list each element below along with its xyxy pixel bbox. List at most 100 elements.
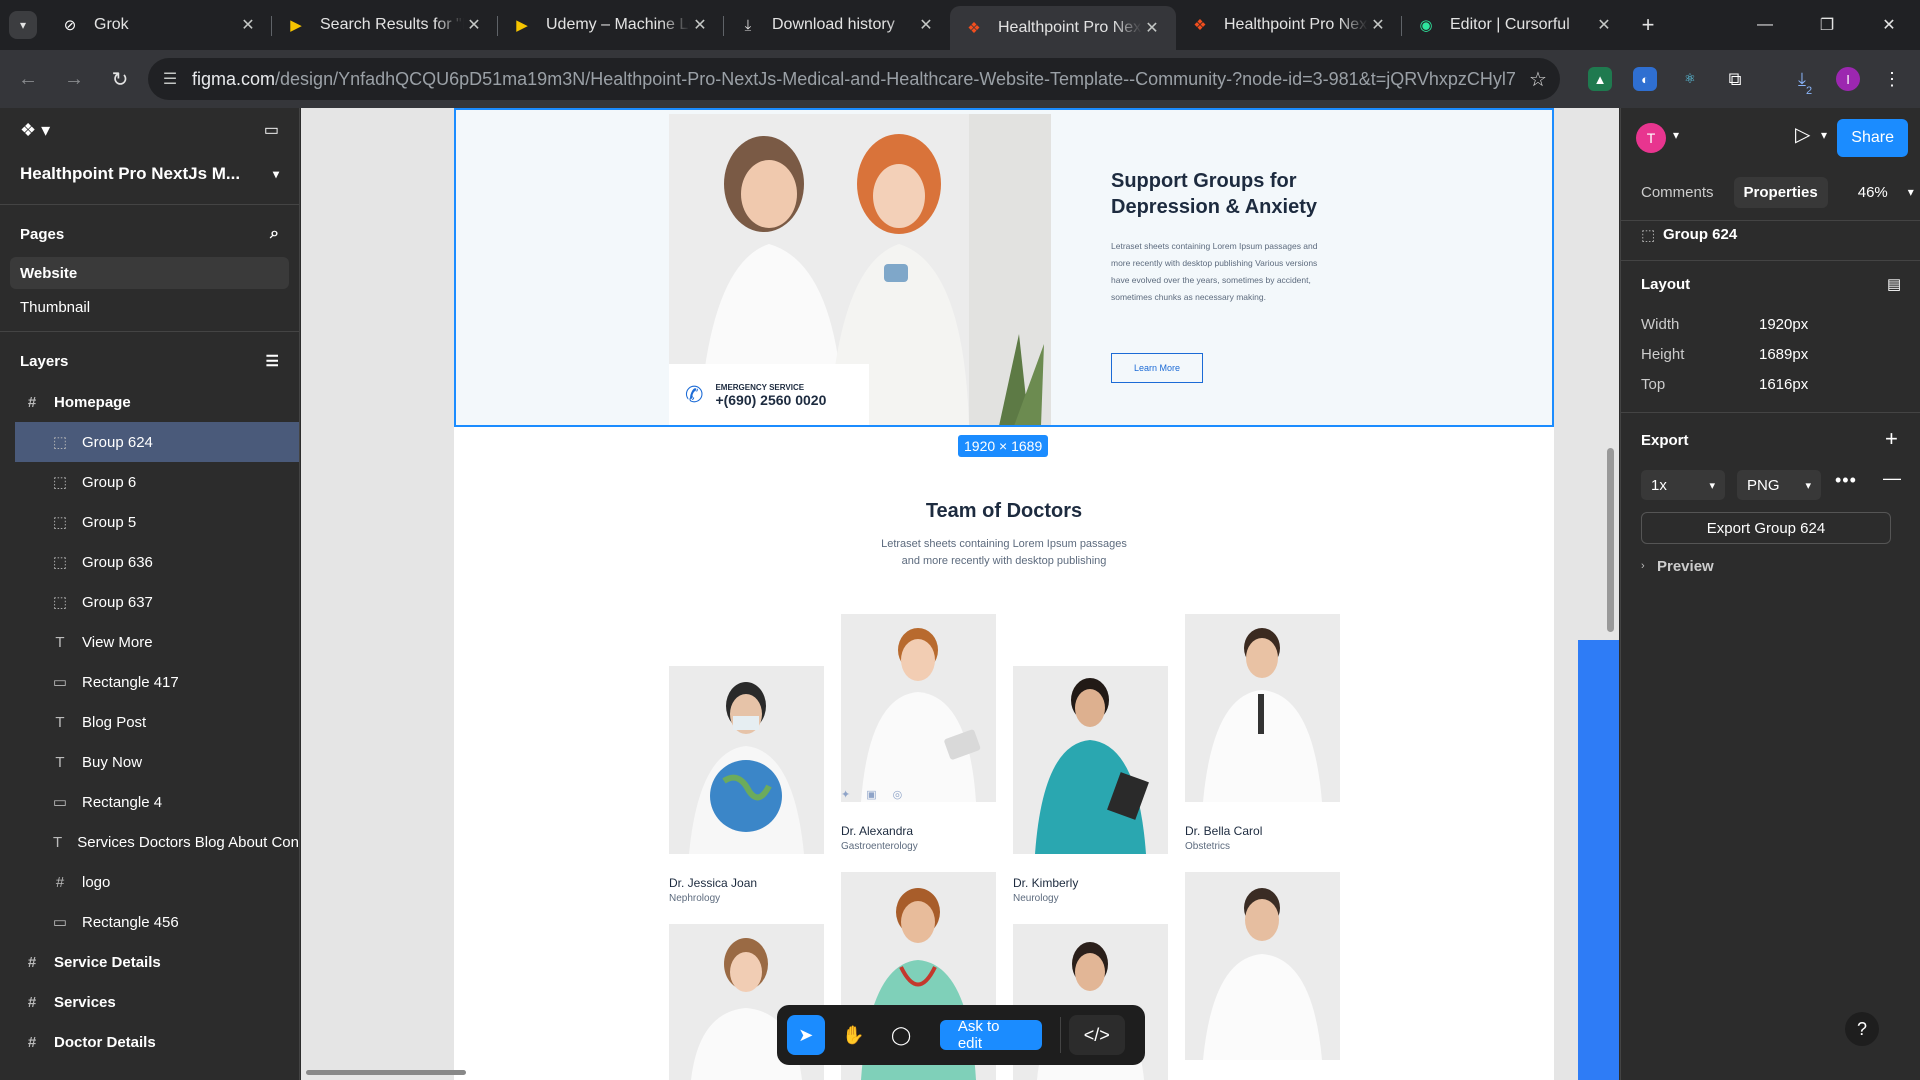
layer-logo[interactable]: # logo <box>0 862 299 902</box>
chevron-down-icon[interactable]: ▾ <box>1673 128 1679 142</box>
export-button[interactable]: Export Group 624 <box>1641 512 1891 544</box>
back-icon[interactable]: ← <box>10 61 46 97</box>
doctor-specialty: Gastroenterology <box>841 841 918 852</box>
preview-label[interactable]: Preview <box>1657 558 1714 575</box>
minimize-icon[interactable]: — <box>1734 0 1796 50</box>
dev-mode-code-icon[interactable]: </> <box>1068 1015 1126 1055</box>
twitter-icon[interactable]: ✦ <box>841 788 850 801</box>
file-title[interactable]: Healthpoint Pro NextJs M... <box>20 164 240 184</box>
layer-services[interactable]: # Services <box>0 982 299 1022</box>
tab-search-button[interactable]: ▾ <box>0 0 46 50</box>
top-value[interactable]: 1616px <box>1759 376 1808 393</box>
export-scale-select[interactable]: 1x ▾ <box>1641 470 1725 500</box>
omnibox[interactable]: ☰ figma.com/design/YnfadhQCQU6pD51ma19m3… <box>148 58 1560 100</box>
ask-to-edit-button[interactable]: Ask to edit <box>939 1018 1042 1052</box>
layer-group-5[interactable]: ⬚ Group 5 <box>0 502 299 542</box>
close-tab-icon[interactable]: ✕ <box>690 15 710 35</box>
tab-search-results[interactable]: ▶ Search Results for "M ✕ <box>272 0 498 50</box>
close-tab-icon[interactable]: ✕ <box>1594 15 1614 35</box>
help-icon[interactable]: ? <box>1845 1012 1879 1046</box>
layer-blog-post[interactable]: T Blog Post <box>0 702 299 742</box>
tab-download-history[interactable]: ⤓ Download history ✕ <box>724 0 950 50</box>
page-thumbnail[interactable]: Thumbnail <box>10 291 289 323</box>
url-text[interactable]: figma.com/design/YnfadhQCQU6pD51ma19m3N/… <box>192 69 1516 90</box>
chevron-down-icon[interactable]: ▾ <box>273 167 279 181</box>
search-icon[interactable]: ⌕ <box>270 225 279 243</box>
page-website[interactable]: Website <box>10 257 289 289</box>
tab-udemy[interactable]: ▶ Udemy – Machine Le ✕ <box>498 0 724 50</box>
facebook-icon[interactable]: ▣ <box>866 788 876 801</box>
share-button[interactable]: Share <box>1837 119 1908 157</box>
remove-export-icon[interactable]: — <box>1883 468 1901 489</box>
chevron-down-icon[interactable]: ▾ <box>1908 185 1914 199</box>
doctor-photo[interactable] <box>1185 872 1340 1060</box>
browser-menu-icon[interactable]: ⋮ <box>1880 67 1904 91</box>
layer-rectangle-456[interactable]: ▭ Rectangle 456 <box>0 902 299 942</box>
new-tab-button[interactable]: + <box>1628 12 1668 38</box>
tab-grok[interactable]: ⊘ Grok ✕ <box>46 0 272 50</box>
layer-view-more[interactable]: T View More <box>0 622 299 662</box>
design-canvas[interactable]: ✆ EMERGENCY SERVICE +(690) 2560 0020 Sup… <box>301 108 1619 1080</box>
add-export-icon[interactable]: + <box>1885 426 1898 452</box>
layers-heading: Layers <box>20 352 69 370</box>
learn-more-button[interactable]: Learn More <box>1111 353 1203 383</box>
layer-group-624[interactable]: ⬚ Group 624 <box>15 422 299 462</box>
doctor-photo-bella[interactable] <box>1185 614 1340 802</box>
doctor-photo-alexandra[interactable] <box>841 614 996 802</box>
comment-tool-icon[interactable]: ◯ <box>882 1015 920 1055</box>
close-tab-icon[interactable]: ✕ <box>916 15 936 35</box>
move-tool-icon[interactable]: ➤ <box>787 1015 825 1055</box>
doctor-photo-jessica[interactable] <box>669 666 824 854</box>
bookmark-star-icon[interactable]: ☆ <box>1516 67 1560 92</box>
layer-group-637[interactable]: ⬚ Group 637 <box>0 582 299 622</box>
react-devtools-icon[interactable]: ⚛ <box>1678 67 1702 91</box>
toggle-sidebar-icon[interactable]: ▭ <box>264 120 279 140</box>
close-tab-icon[interactable]: ✕ <box>1142 18 1162 38</box>
layer-filter-icon[interactable]: ☰ <box>266 352 279 370</box>
site-info-icon[interactable]: ☰ <box>148 69 192 89</box>
tab-cursorful[interactable]: ◉ Editor | Cursorful ✕ <box>1402 0 1628 50</box>
close-window-icon[interactable]: ✕ <box>1858 0 1920 50</box>
height-value[interactable]: 1689px <box>1759 346 1808 363</box>
profile-avatar[interactable]: I <box>1836 67 1860 91</box>
layer-group-6[interactable]: ⬚ Group 6 <box>0 462 299 502</box>
layer-group-636[interactable]: ⬚ Group 636 <box>0 542 299 582</box>
restore-icon[interactable]: ❐ <box>1796 0 1858 50</box>
close-tab-icon[interactable]: ✕ <box>238 15 258 35</box>
horizontal-scrollbar[interactable] <box>306 1070 466 1075</box>
tab-healthpoint-active[interactable]: ❖ Healthpoint Pro Next ✕ <box>950 6 1176 50</box>
export-format-select[interactable]: PNG ▾ <box>1737 470 1821 500</box>
vertical-scrollbar[interactable] <box>1607 448 1614 632</box>
layer-buy-now[interactable]: T Buy Now <box>0 742 299 782</box>
doctor-photo-kimberly[interactable] <box>1013 666 1168 854</box>
layer-homepage[interactable]: # Homepage <box>0 382 299 422</box>
reload-icon[interactable]: ↻ <box>102 61 138 97</box>
more-options-icon[interactable]: ••• <box>1835 470 1857 491</box>
puzzle-extensions-icon[interactable]: ⧉ <box>1723 67 1747 91</box>
tab-properties[interactable]: Properties <box>1733 176 1828 208</box>
doctor-specialty: Nephrology <box>669 893 721 904</box>
cursorful-extension-icon[interactable]: ▲ <box>1588 67 1612 91</box>
width-value[interactable]: 1920px <box>1759 316 1808 333</box>
clipboard-icon[interactable]: ▤ <box>1887 275 1901 293</box>
close-tab-icon[interactable]: ✕ <box>464 15 484 35</box>
zoom-level[interactable]: 46% <box>1858 184 1888 201</box>
layer-doctor-details[interactable]: # Doctor Details <box>0 1022 299 1062</box>
tab-healthpoint[interactable]: ❖ Healthpoint Pro Nex ✕ <box>1176 0 1402 50</box>
web-icon[interactable]: ◎ <box>893 788 903 801</box>
hand-tool-icon[interactable]: ✋ <box>835 1015 873 1055</box>
layer-rectangle-4[interactable]: ▭ Rectangle 4 <box>0 782 299 822</box>
layer-service-details[interactable]: # Service Details <box>0 942 299 982</box>
support-groups-section[interactable]: ✆ EMERGENCY SERVICE +(690) 2560 0020 Sup… <box>454 108 1554 426</box>
close-tab-icon[interactable]: ✕ <box>1368 15 1388 35</box>
chevron-down-icon[interactable]: ▾ <box>1821 128 1827 142</box>
tab-comments[interactable]: Comments <box>1631 177 1724 208</box>
layer-rectangle-417[interactable]: ▭ Rectangle 417 <box>0 662 299 702</box>
extension-icon[interactable]: ◐ <box>1633 67 1657 91</box>
forward-icon[interactable]: → <box>56 61 92 97</box>
layer-nav-text[interactable]: T Services Doctors Blog About Con <box>0 822 299 862</box>
user-avatar[interactable]: T <box>1636 123 1666 153</box>
figma-menu-icon[interactable]: ❖ ▾ <box>20 120 50 141</box>
chevron-right-icon[interactable]: › <box>1641 560 1645 572</box>
present-play-icon[interactable]: ▷ <box>1795 122 1810 147</box>
